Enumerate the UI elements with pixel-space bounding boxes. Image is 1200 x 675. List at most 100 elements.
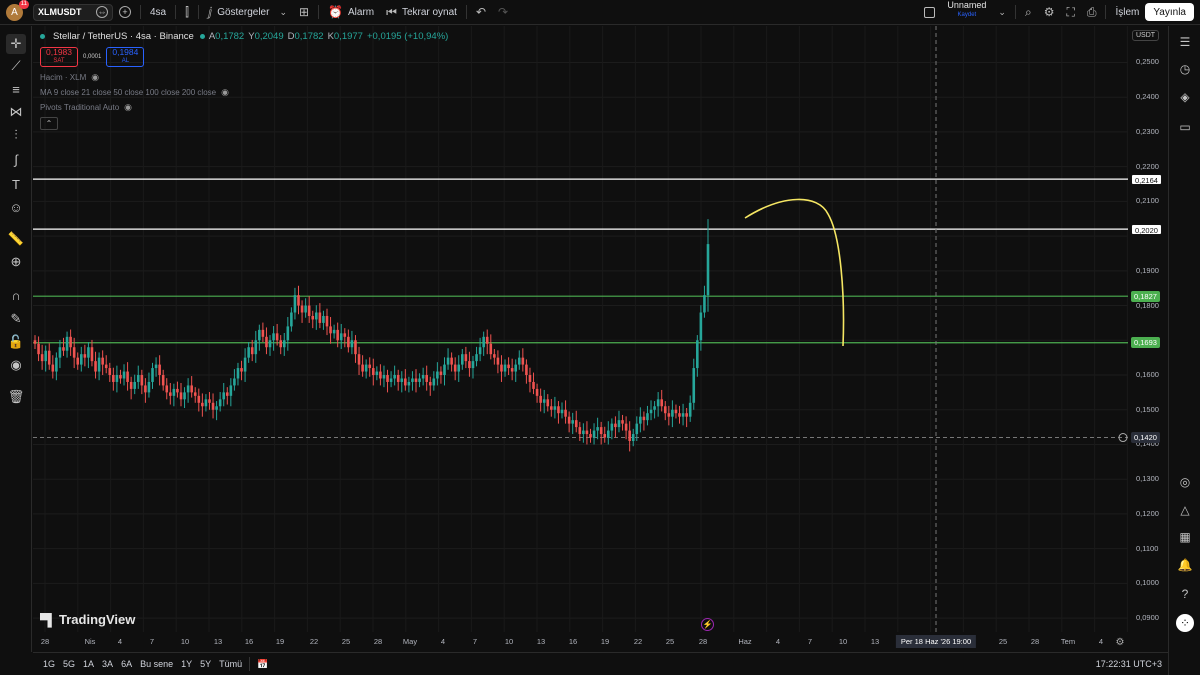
candle-body	[418, 378, 421, 382]
watchlist-button[interactable]: ☰	[1176, 33, 1194, 51]
range-1y[interactable]: 1Y	[177, 659, 196, 669]
magnet-tool[interactable]: ∩	[6, 285, 26, 305]
zoom-tool[interactable]: ⊕	[6, 252, 26, 272]
range-all[interactable]: Tümü	[215, 659, 246, 669]
date-range-button[interactable]: 📅	[253, 659, 272, 670]
time-axis-label: 28	[1030, 637, 1040, 646]
object-tree-button[interactable]: ◈	[1176, 88, 1194, 106]
streams-button[interactable]: △	[1176, 501, 1194, 519]
user-avatar[interactable]: A 11	[6, 0, 29, 21]
alerts-button[interactable]: ◷	[1176, 60, 1194, 78]
eye-icon: ◉	[10, 357, 22, 372]
replay-button[interactable]: ⏮ Tekrar oynat	[380, 0, 463, 25]
time-axis-label: 4	[775, 637, 781, 646]
forecast-tool[interactable]: ⫶	[6, 125, 26, 145]
range-5y[interactable]: 5Y	[196, 659, 215, 669]
indicator-pivots[interactable]: Pivots Traditional Auto ◉	[40, 100, 452, 115]
layouts-button[interactable]: ⊞	[293, 0, 315, 25]
range-5d[interactable]: 5G	[59, 659, 79, 669]
eye-icon[interactable]: ◉	[221, 87, 229, 98]
range-1d[interactable]: 1G	[39, 659, 59, 669]
symbol-search-input[interactable]: XLMUSDT ⇔	[33, 3, 113, 21]
text-tool[interactable]: T	[6, 174, 26, 194]
right-sidebar: ☰ ◷ ◈ ▭ ◎ △ ▦ 🔔 ? ⁘	[1168, 26, 1200, 675]
time-axis-label: 4	[117, 637, 123, 646]
pattern-tool[interactable]: ⋈	[6, 102, 26, 122]
alarm-button[interactable]: ⏰ Alarm	[322, 0, 380, 25]
visibility-tool[interactable]: ◉	[6, 355, 26, 375]
interval-button[interactable]: 4sa	[144, 0, 172, 25]
lightning-icon[interactable]: ⚡	[701, 618, 714, 631]
candle-body	[567, 416, 571, 424]
candle-body	[44, 350, 47, 362]
layout-checkbox[interactable]	[918, 0, 941, 25]
candle-body	[585, 430, 589, 435]
candle-body	[76, 357, 80, 365]
time-axis[interactable]: 28 Nis 4 7 10 13 16 19 22 25 28 May 4 7 10 13 16 19 22 25 28…	[33, 632, 1128, 652]
price-level-tag[interactable]: 0,1693	[1131, 337, 1160, 349]
range-ytd[interactable]: Bu sene	[136, 659, 177, 669]
delete-tool[interactable]: 🗑	[6, 387, 26, 407]
price-level-tag[interactable]: 0,2164	[1131, 173, 1162, 185]
candle-body	[432, 378, 436, 386]
eye-icon[interactable]: ◉	[124, 102, 132, 113]
quick-search-button[interactable]: ⌕	[1019, 0, 1038, 25]
add-symbol-button[interactable]: +	[113, 0, 137, 25]
eye-icon[interactable]: ◉	[91, 72, 99, 83]
price-level-tag[interactable]: 0,2020	[1131, 223, 1162, 235]
chart-type-button[interactable]: ⫿	[179, 0, 195, 25]
candle-body	[119, 375, 122, 379]
buy-button[interactable]: 0,1984 AL	[106, 47, 145, 67]
apps-button[interactable]: ⁘	[1176, 614, 1194, 632]
candle-body	[706, 244, 710, 296]
trendline-tool[interactable]: ⟋	[6, 56, 26, 76]
fib-tool[interactable]: ≡	[6, 79, 26, 99]
layout-name-button[interactable]: Unnamed Kaydet	[941, 0, 992, 25]
candle-body	[275, 333, 279, 341]
price-axis[interactable]: USDT 0,2500 0,2400 0,2300 0,2200 0,2100 0,190…	[1128, 26, 1168, 632]
calendar-button[interactable]: ▦	[1176, 528, 1194, 546]
help-button[interactable]: ?	[1176, 585, 1194, 603]
lock-tool[interactable]: 🔓	[6, 332, 26, 352]
candle-body	[236, 368, 240, 379]
range-1m[interactable]: 1A	[79, 659, 98, 669]
publish-button[interactable]: Yayınla	[1145, 3, 1194, 21]
emoji-tool[interactable]: ☺	[6, 197, 26, 217]
candle-body	[450, 357, 453, 365]
price-level-tag[interactable]: 0,1827	[1131, 290, 1160, 302]
range-6m[interactable]: 6A	[117, 659, 136, 669]
range-3m[interactable]: 3A	[98, 659, 117, 669]
brush-tool[interactable]: ∫	[6, 149, 26, 169]
chat-button[interactable]: ▭	[1176, 118, 1194, 136]
candle-body	[482, 336, 485, 348]
clock[interactable]: 17:22:31 UTC+3	[1096, 659, 1162, 669]
lock-icon: 🔓	[7, 334, 25, 349]
price-level-tag[interactable]: 0,1420	[1131, 432, 1160, 444]
fullscreen-button[interactable]: ⛶	[1060, 0, 1080, 25]
notifications-button[interactable]: 🔔	[1176, 556, 1194, 574]
draw-mode-tool[interactable]: ✎	[6, 309, 26, 329]
ideas-button[interactable]: ◎	[1176, 473, 1194, 491]
compare-symbol-icon[interactable]: ⇔	[96, 6, 108, 18]
crosshair-icon: ✛	[10, 36, 22, 51]
crosshair-tool[interactable]: ✛	[6, 34, 26, 54]
ruler-tool[interactable]: 📏	[6, 229, 26, 249]
currency-selector[interactable]: USDT	[1132, 30, 1160, 41]
indicators-button[interactable]: ⅉ Göstergeler ⌄	[202, 0, 293, 25]
redo-button[interactable]: ↷	[492, 0, 514, 25]
indicator-ma[interactable]: MA 9 close 21 close 50 close 100 close 2…	[40, 85, 452, 100]
layout-menu-button[interactable]: ⌄	[992, 0, 1012, 25]
candle-body	[247, 347, 250, 358]
undo-button[interactable]: ↶	[470, 0, 492, 25]
chart-legend: Stellar / TetherUS · 4sa · Binance A 0,17…	[40, 30, 452, 130]
collapse-legend-button[interactable]: ⌃	[40, 117, 58, 130]
indicator-volume[interactable]: Hacim · XLM ◉	[40, 70, 452, 85]
candle-body	[322, 315, 325, 323]
price-axis-label: 0,0900	[1136, 613, 1159, 623]
sell-button[interactable]: 0,1983 SAT	[40, 47, 78, 67]
axis-settings-gear-icon[interactable]: ⚙	[1112, 632, 1128, 652]
calendar-icon: ▦	[1179, 530, 1191, 544]
trade-button[interactable]: İşlem	[1109, 0, 1145, 25]
snapshot-button[interactable]: ⎙	[1081, 0, 1103, 25]
settings-button[interactable]: ⚙	[1038, 0, 1061, 25]
